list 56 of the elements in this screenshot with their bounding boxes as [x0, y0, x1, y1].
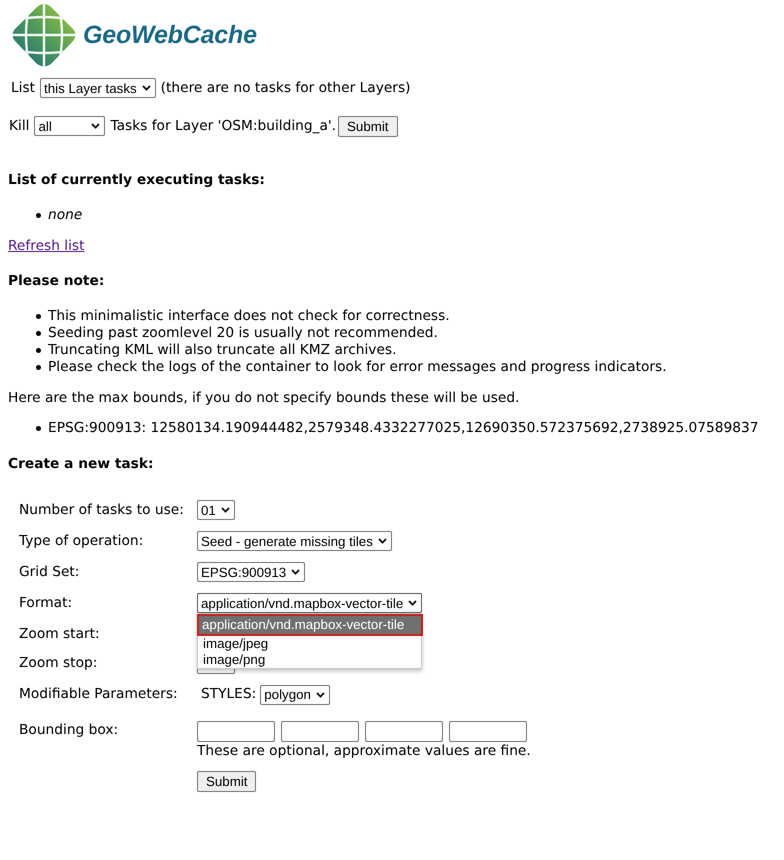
select-field[interactable]: polygon	[260, 684, 330, 704]
list-item-text: Truncating KML will also truncate all KMZ archives.	[48, 342, 396, 358]
select-field[interactable]: 01	[197, 500, 235, 520]
bullet-icon	[36, 212, 41, 218]
input-field[interactable]	[281, 720, 359, 742]
caret-icon	[91, 123, 100, 129]
list-item-text: This minimalistic interface does not check for correctness.	[48, 308, 450, 324]
bullet-icon	[36, 364, 41, 370]
info-text: (there are no tasks for other Layers)	[160, 80, 410, 96]
kill-label: Kill	[9, 118, 30, 134]
submit-button[interactable]: Submit	[338, 116, 398, 136]
list-item-text: Seeding past zoomlevel 20 is usually not recommended.	[48, 324, 438, 342]
logo-text: GeoWebCache	[83, 20, 257, 50]
globe-logo-icon	[10, 2, 78, 68]
form-label: Format:	[19, 594, 74, 612]
hint-text: These are optional, approximate values are fine.	[197, 742, 531, 760]
select-field[interactable]: Seed - generate missing tiles	[197, 531, 392, 551]
dropdown-option[interactable]: application/vnd.mapbox-vector-tile	[197, 614, 424, 636]
list-item-text: Please check the logs of the container to look for error messages and progress indicators.	[48, 358, 667, 376]
list-item-text: EPSG:900913: 12580134.190944482,2579348.4332277025,12690350.572375692,2738925.07589837	[48, 420, 758, 436]
caret-icon	[142, 85, 151, 91]
bullet-icon	[36, 314, 41, 318]
select-field[interactable]: application/vnd.mapbox-vector-tile	[197, 593, 422, 613]
bullet-icon	[36, 330, 41, 336]
form-label: Bounding box:	[19, 721, 120, 739]
dropdown-option[interactable]: image/jpeg	[198, 636, 422, 652]
paragraph-text: Here are the max bounds, if you do not specify bounds these will be used.	[8, 390, 520, 406]
section-heading: Create a new task:	[8, 456, 155, 472]
form-label: Zoom stop:	[19, 654, 98, 672]
select-field[interactable]: all	[34, 116, 106, 136]
caret-icon	[291, 569, 300, 575]
dropdown-option[interactable]: image/png	[198, 652, 422, 668]
caret-icon	[378, 538, 387, 544]
form-label: Grid Set:	[19, 562, 80, 580]
input-field[interactable]	[449, 720, 527, 742]
section-heading: List of currently executing tasks:	[8, 172, 266, 188]
list-label: List	[11, 80, 36, 96]
form-label: Modifiable Parameters:	[19, 685, 179, 703]
input-field[interactable]	[365, 720, 443, 742]
select-field[interactable]: EPSG:900913	[197, 562, 306, 582]
select-field[interactable]: this Layer tasks	[40, 78, 156, 98]
info-text: Tasks for Layer 'OSM:building_a'.	[110, 118, 336, 134]
section-heading: Please note:	[8, 272, 106, 290]
refresh-link[interactable]: Refresh list	[8, 238, 84, 254]
bullet-icon	[36, 426, 41, 430]
submit-button[interactable]: Submit	[197, 770, 256, 792]
list-item-text: none	[48, 206, 82, 224]
param-label: STYLES:	[201, 686, 256, 703]
caret-icon	[408, 600, 418, 606]
input-field[interactable]	[197, 720, 275, 742]
caret-icon	[316, 692, 325, 698]
form-label: Type of operation:	[19, 532, 144, 550]
form-label: Zoom start:	[19, 624, 101, 642]
bullet-icon	[36, 348, 41, 352]
form-label: Number of tasks to use:	[19, 500, 185, 518]
caret-icon	[220, 507, 230, 513]
